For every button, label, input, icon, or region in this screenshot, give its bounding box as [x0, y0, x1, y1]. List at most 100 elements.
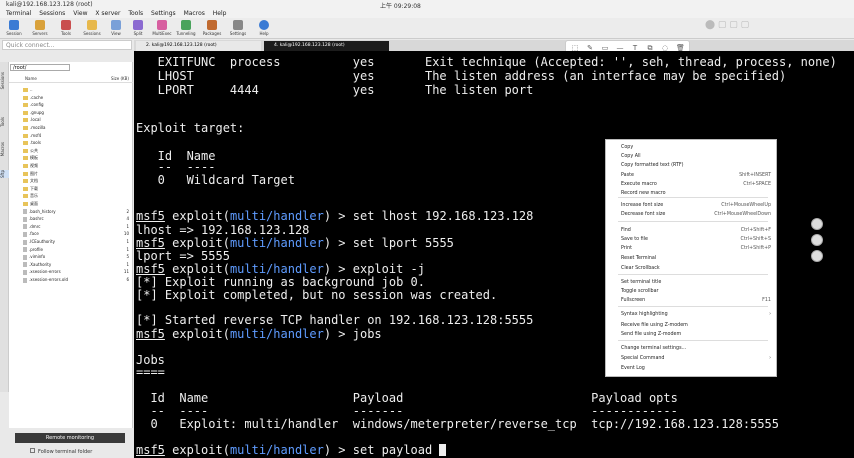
file-row[interactable]: 图片 — [23, 170, 131, 177]
side-float-button[interactable] — [811, 234, 823, 246]
session-button[interactable]: Session — [2, 19, 26, 38]
tunneling-button[interactable]: Tunneling — [174, 19, 198, 38]
menu-sessions[interactable]: Sessions — [39, 10, 65, 17]
context-menu-item[interactable]: Print Ctrl+Shift+P — [621, 245, 771, 252]
file-row[interactable]: .local — [23, 116, 131, 123]
menu-macros[interactable]: Macros — [184, 10, 205, 17]
file-row[interactable]: 公共 — [23, 147, 131, 154]
file-row[interactable]: .face 10 — [23, 230, 131, 237]
menu-view[interactable]: View — [73, 10, 87, 17]
context-menu-item[interactable]: Paste Shift+INSERT — [621, 172, 771, 179]
file-row[interactable]: .config — [23, 101, 131, 108]
context-menu-item[interactable]: Copy formatted text (RTF) — [621, 162, 771, 169]
tab-session-2[interactable]: 2. kali@192.168.123.128 (root) — [136, 41, 261, 51]
side-float-button[interactable] — [811, 218, 823, 230]
context-menu-item[interactable]: Copy — [621, 144, 771, 151]
folder-icon — [23, 186, 28, 191]
context-menu-item[interactable]: Change terminal settings... — [621, 345, 771, 352]
file-row[interactable]: .Xauthority 1 — [23, 261, 131, 268]
context-menu-item[interactable]: Increase font size Ctrl+MouseWheelUp — [621, 202, 771, 209]
context-menu-item[interactable]: Find Ctrl+Shift+F — [621, 227, 771, 234]
remote-monitoring-button[interactable]: Remote monitoring — [15, 433, 125, 443]
file-row[interactable]: .cache — [23, 94, 131, 101]
folder-icon — [23, 156, 28, 161]
file-row[interactable]: 桌面 — [23, 200, 131, 207]
context-menu-item[interactable]: Record new macro — [621, 190, 771, 197]
vtab-sftp[interactable]: Sftp — [0, 170, 9, 178]
context-menu-item[interactable]: Decrease font size Ctrl+MouseWheelDown — [621, 211, 771, 218]
menu-settings[interactable]: Settings — [151, 10, 176, 17]
follow-terminal-folder-checkbox[interactable]: Follow terminal folder — [30, 448, 92, 455]
context-menu-item[interactable]: Syntax highlighting › — [621, 311, 771, 318]
settings-button[interactable]: Settings — [226, 19, 250, 38]
menu-tools[interactable]: Tools — [128, 10, 143, 17]
help-button[interactable]: Help — [252, 19, 276, 38]
terminal-line: LPORT 4444 yes The listen port — [136, 83, 534, 97]
context-menu-item[interactable]: Execute macro Ctrl+SPACE — [621, 181, 771, 188]
file-row[interactable]: .tools — [23, 139, 131, 146]
file-row[interactable]: .gnupg — [23, 109, 131, 116]
tab-session-4[interactable]: 4. kali@192.168.123.128 (root) — [264, 41, 389, 51]
file-row[interactable]: .bashrc 4 — [23, 215, 131, 222]
vtab-sessions[interactable]: Sessions — [0, 72, 9, 89]
file-icon — [23, 269, 27, 275]
header-name[interactable]: Name — [25, 76, 37, 81]
file-row[interactable]: 视频 — [23, 162, 131, 169]
file-row[interactable]: .profile 1 — [23, 246, 131, 253]
prompt-line: msf5 exploit(multi/handler) > set lport … — [136, 236, 454, 250]
split-button[interactable]: Split — [126, 19, 150, 38]
folder-icon — [23, 141, 28, 146]
prompt-line: msf5 exploit(multi/handler) > jobs — [136, 327, 382, 341]
menu-help[interactable]: Help — [213, 10, 227, 17]
file-row[interactable]: 模板 — [23, 154, 131, 161]
sessions-button[interactable]: Sessions — [80, 19, 104, 38]
file-row[interactable]: .mozilla — [23, 124, 131, 131]
servers-button[interactable]: Servers — [28, 19, 52, 38]
side-float-button[interactable] — [811, 250, 823, 262]
menu-terminal[interactable]: Terminal — [6, 10, 31, 17]
view-button[interactable]: View — [104, 19, 128, 38]
file-icon — [23, 247, 27, 253]
file-row[interactable]: 文档 — [23, 177, 131, 184]
context-menu-item[interactable]: Event Log — [621, 365, 771, 372]
menu-separator — [618, 274, 768, 275]
file-row[interactable]: .ICEauthority 1 — [23, 238, 131, 245]
multiexec-button[interactable]: MultiExec — [150, 19, 174, 38]
context-menu-item[interactable]: Clear Scrollback — [621, 265, 771, 272]
header-size[interactable]: Size (KB) — [111, 76, 129, 81]
file-icon — [23, 231, 27, 237]
file-row[interactable]: .viminfo 5 — [23, 253, 131, 260]
vtab-macros[interactable]: Macros — [0, 142, 9, 156]
path-input[interactable]: /root/ — [10, 64, 70, 71]
folder-icon — [23, 202, 28, 206]
file-row[interactable]: 下载 — [23, 185, 131, 192]
menu-separator — [618, 221, 768, 222]
context-menu-item[interactable]: Receive file using Z-modem — [621, 322, 771, 329]
menu-xserver[interactable]: X server — [95, 10, 120, 17]
file-row[interactable]: .. — [23, 86, 131, 93]
context-menu-item[interactable]: Special Command › — [621, 355, 771, 362]
sessions-icon — [87, 20, 97, 30]
context-menu-item[interactable]: Reset Terminal — [621, 255, 771, 262]
context-menu-item[interactable]: Send file using Z-modem — [621, 331, 771, 338]
file-icon — [23, 239, 27, 245]
folder-icon — [23, 194, 28, 199]
file-row[interactable]: .dmrc 1 — [23, 223, 131, 230]
gear-icon — [233, 20, 243, 30]
file-row[interactable]: 音乐 — [23, 192, 131, 199]
context-menu-item[interactable]: Fullscreen F11 — [621, 297, 771, 304]
context-menu-item[interactable]: Save to file Ctrl+Shift+S — [621, 236, 771, 243]
file-list-header: Name Size (KB) — [9, 76, 133, 83]
tools-button[interactable]: Tools — [54, 19, 78, 38]
file-row[interactable]: .bash_history 2 — [23, 208, 131, 215]
tunneling-icon — [181, 20, 191, 30]
file-row[interactable]: .msf4 — [23, 132, 131, 139]
packages-button[interactable]: Packages — [200, 19, 224, 38]
context-menu-item[interactable]: Set terminal title — [621, 279, 771, 286]
context-menu-item[interactable]: Copy All — [621, 153, 771, 160]
file-row[interactable]: .xsession-errors.old 6 — [23, 276, 131, 283]
file-row[interactable]: .xsession-errors 11 — [23, 268, 131, 275]
context-menu-item[interactable]: Toggle scrollbar — [621, 288, 771, 295]
vtab-tools[interactable]: Tools — [0, 117, 9, 127]
quick-connect-input[interactable]: Quick connect... — [2, 40, 132, 50]
